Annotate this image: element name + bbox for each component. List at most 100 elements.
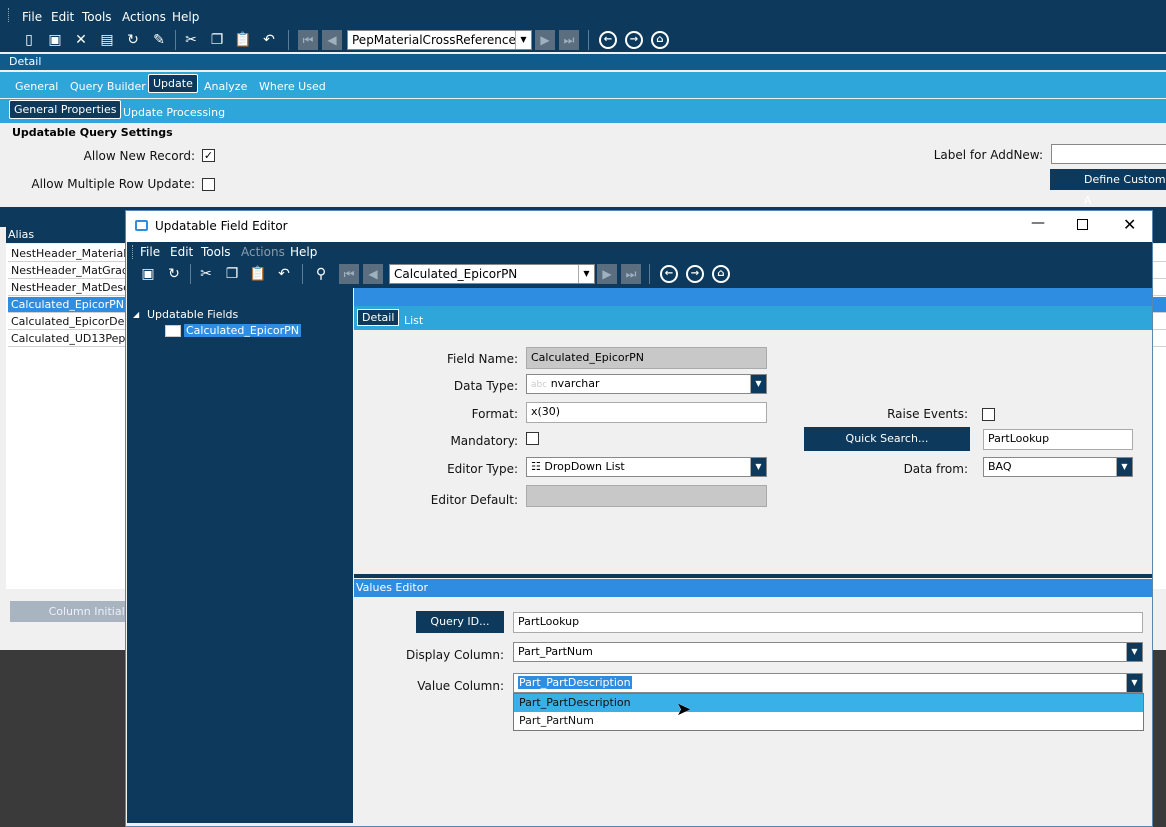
refresh-icon[interactable]: ↻ [124, 31, 142, 49]
label-addnew-input[interactable] [1051, 144, 1166, 164]
define-custom-button[interactable]: Define Custom A [1050, 169, 1166, 207]
undo-icon[interactable]: ↶ [275, 265, 293, 283]
list-icon: ☷ [531, 460, 541, 473]
menu-help[interactable]: Help [172, 10, 199, 24]
save-icon[interactable]: ▣ [139, 265, 157, 283]
prev-record-icon[interactable]: ◀ [363, 264, 383, 284]
dlg-menu-edit[interactable]: Edit [170, 245, 193, 259]
editor-type-combo[interactable]: ☷ DropDown List ▼ [526, 457, 767, 477]
tab-general[interactable]: General [15, 80, 58, 93]
copy-icon[interactable]: ❐ [223, 265, 241, 283]
data-type-label: Data Type: [453, 379, 518, 393]
label-addnew-label: Label for AddNew: [933, 148, 1043, 162]
tree-item-selected[interactable]: Calculated_EpicorPN [184, 324, 302, 337]
paste-icon[interactable]: 📋 [234, 31, 252, 49]
minimize-icon[interactable]: — [1031, 215, 1045, 231]
allow-new-record-label: Allow New Record: [83, 149, 195, 163]
paste-icon[interactable]: 📋 [249, 265, 267, 283]
editor-default-input [526, 485, 767, 507]
dropdown-option[interactable]: Part_PartNum [514, 712, 1143, 730]
mandatory-checkbox[interactable] [526, 432, 539, 445]
chevron-down-icon[interactable]: ▼ [1126, 674, 1142, 692]
app-icon [135, 220, 148, 231]
dlg-menu-help[interactable]: Help [290, 245, 317, 259]
forward-icon[interactable]: → [686, 265, 704, 283]
tab-update-processing[interactable]: Update Processing [123, 106, 225, 119]
query-id-button[interactable]: Query ID... [416, 611, 504, 633]
maximize-icon[interactable] [1077, 219, 1088, 230]
dialog-record-combo[interactable]: Calculated_EpicorPN ▼ [389, 264, 595, 284]
tab-query-builder[interactable]: Query Builder [70, 80, 146, 93]
next-record-icon[interactable]: ▶ [535, 30, 555, 50]
chevron-down-icon[interactable]: ▼ [1116, 458, 1132, 476]
forward-icon[interactable]: → [625, 31, 643, 49]
brush-icon[interactable]: ✎ [150, 31, 168, 49]
dlg-menu-tools[interactable]: Tools [201, 245, 231, 259]
home-icon[interactable]: ⌂ [651, 31, 669, 49]
raise-events-checkbox[interactable] [982, 408, 995, 421]
last-record-icon[interactable]: ⏭ [621, 264, 641, 284]
format-input[interactable]: x(30) [526, 402, 767, 423]
data-type-combo[interactable]: abc nvarchar ▼ [526, 374, 767, 394]
grip [132, 245, 134, 259]
chevron-down-icon[interactable]: ▼ [750, 375, 766, 393]
back-icon[interactable]: ← [599, 31, 617, 49]
undo-icon[interactable]: ↶ [260, 31, 278, 49]
splitter[interactable] [347, 288, 353, 823]
home-icon[interactable]: ⌂ [712, 265, 730, 283]
prev-record-icon[interactable]: ◀ [322, 30, 342, 50]
display-column-label: Display Column: [405, 648, 504, 662]
menu-edit[interactable]: Edit [51, 10, 74, 24]
tree-root-label[interactable]: Updatable Fields [147, 308, 238, 321]
quick-search-button[interactable]: Quick Search... [804, 427, 970, 451]
value-column-dropdown: Part_PartDescription Part_PartNum [513, 693, 1144, 731]
data-from-value: BAQ [988, 460, 1012, 473]
separator [190, 264, 191, 284]
allow-new-record-checkbox[interactable]: ✓ [202, 149, 215, 162]
tab-update[interactable]: Update [148, 74, 198, 93]
query-id-input[interactable]: PartLookup [513, 612, 1143, 633]
dropdown-option-highlighted[interactable]: Part_PartDescription [514, 694, 1143, 712]
tab-analyze[interactable]: Analyze [204, 80, 247, 93]
allow-multiple-row-checkbox[interactable] [202, 178, 215, 191]
close-icon[interactable]: ✕ [1123, 215, 1136, 234]
binoculars-icon[interactable]: ⚲ [312, 265, 330, 283]
collapse-icon[interactable]: ◢ [133, 310, 139, 319]
chevron-down-icon[interactable]: ▼ [515, 31, 531, 49]
first-record-icon[interactable]: ⏮ [339, 264, 359, 284]
next-record-icon[interactable]: ▶ [597, 264, 617, 284]
menu-file[interactable]: File [22, 10, 42, 24]
clear-icon[interactable]: ▤ [98, 31, 116, 49]
value-column-combo[interactable]: Part_PartDescription ▼ [513, 673, 1143, 693]
main-menubar: File Edit Tools Actions Help [0, 0, 1166, 28]
main-subtabs: General Properties Update Processing [0, 99, 1166, 123]
cut-icon[interactable]: ✂ [197, 265, 215, 283]
back-icon[interactable]: ← [660, 265, 678, 283]
data-from-combo[interactable]: BAQ ▼ [983, 457, 1133, 477]
copy-icon[interactable]: ❐ [208, 31, 226, 49]
last-record-icon[interactable]: ⏭ [559, 30, 579, 50]
first-record-icon[interactable]: ⏮ [298, 30, 318, 50]
tab-general-properties[interactable]: General Properties [9, 100, 122, 119]
menu-actions[interactable]: Actions [122, 10, 166, 24]
record-nav-combo[interactable]: PepMaterialCrossReference ▼ [347, 30, 532, 50]
raise-events-label: Raise Events: [887, 407, 968, 421]
refresh-icon[interactable]: ↻ [165, 265, 183, 283]
values-editor-title: Values Editor [354, 579, 1152, 597]
chevron-down-icon[interactable]: ▼ [1126, 643, 1142, 661]
save-icon[interactable]: ▣ [46, 31, 64, 49]
delete-icon[interactable]: ✕ [72, 31, 90, 49]
cut-icon[interactable]: ✂ [182, 31, 200, 49]
chevron-down-icon[interactable]: ▼ [750, 458, 766, 476]
display-column-combo[interactable]: Part_PartNum ▼ [513, 642, 1143, 662]
value-column-label: Value Column: [417, 679, 504, 693]
menu-tools[interactable]: Tools [82, 10, 112, 24]
quick-search-input[interactable]: PartLookup [983, 429, 1133, 450]
tab-where-used[interactable]: Where Used [259, 80, 326, 93]
new-icon[interactable]: ▯ [20, 31, 38, 49]
dlg-menu-file[interactable]: File [140, 245, 160, 259]
allow-multiple-row-label: Allow Multiple Row Update: [31, 177, 195, 191]
tab-list[interactable]: List [404, 314, 423, 327]
chevron-down-icon[interactable]: ▼ [578, 265, 594, 283]
tab-detail[interactable]: Detail [357, 309, 400, 326]
